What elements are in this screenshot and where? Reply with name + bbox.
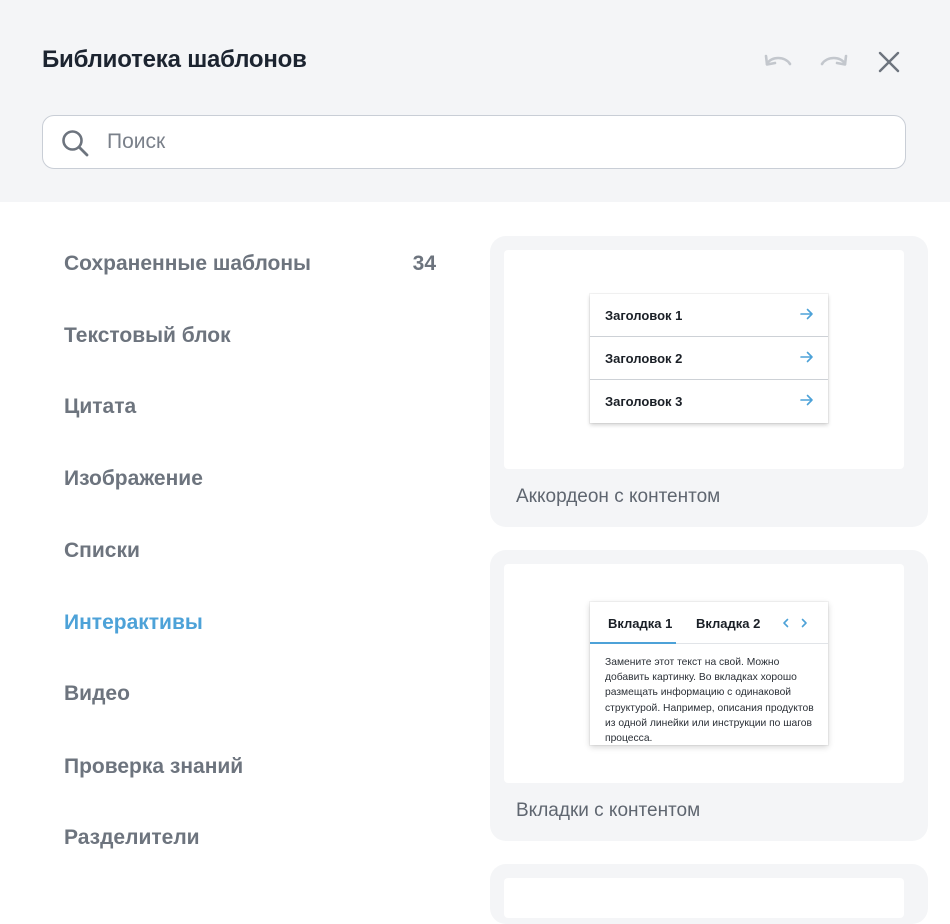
template-card-accordion[interactable]: Заголовок 1 Заголовок 2 Заголовок 3 Акко… xyxy=(490,236,928,527)
sidebar-item-label: Интерактивы xyxy=(64,611,203,634)
sidebar-item-label: Цитата xyxy=(64,395,137,418)
saved-templates-count: 34 xyxy=(412,252,436,275)
accordion-row-title: Заголовок 2 xyxy=(605,350,683,366)
sidebar-item-label: Разделители xyxy=(64,826,200,849)
accordion-row: Заголовок 2 xyxy=(590,337,828,380)
chevron-left-icon xyxy=(783,618,789,628)
active-tab-indicator xyxy=(590,642,676,644)
arrow-right-icon xyxy=(800,394,813,406)
sidebar-item-label: Текстовый блок xyxy=(64,324,231,347)
tab-1: Вкладка 1 xyxy=(608,616,673,631)
redo-button[interactable] xyxy=(818,46,850,78)
close-button[interactable] xyxy=(873,46,905,78)
sidebar-item-knowledge-check[interactable]: Проверка знаний xyxy=(64,747,444,787)
page-title: Библиотека шаблонов xyxy=(42,46,307,73)
template-preview: Заголовок 1 Заголовок 2 Заголовок 3 xyxy=(504,250,904,469)
template-card-next[interactable] xyxy=(490,864,928,924)
accordion-row: Заголовок 1 xyxy=(590,294,828,337)
tabs-preview: Вкладка 1 Вкладка 2 Замените этот текст … xyxy=(590,602,828,745)
redo-icon xyxy=(820,54,848,66)
search-input[interactable] xyxy=(107,116,887,168)
template-caption: Аккордеон с контентом xyxy=(516,486,721,507)
tab-content-text: Замените этот текст на свой. Можно добав… xyxy=(605,657,814,745)
arrow-right-icon xyxy=(800,308,813,320)
library-header: Библиотека шаблонов xyxy=(0,0,950,202)
undo-button[interactable] xyxy=(762,46,794,78)
accordion-preview: Заголовок 1 Заголовок 2 Заголовок 3 xyxy=(590,294,828,423)
arrow-right-icon xyxy=(800,351,813,363)
chevron-right-icon xyxy=(801,618,807,628)
template-card-tabs[interactable]: Вкладка 1 Вкладка 2 Замените этот текст … xyxy=(490,550,928,841)
accordion-row: Заголовок 3 xyxy=(590,380,828,423)
sidebar-item-lists[interactable]: Списки xyxy=(64,531,444,571)
template-preview xyxy=(504,878,904,918)
sidebar-item-quote[interactable]: Цитата xyxy=(64,387,444,427)
sidebar-item-interactives[interactable]: Интерактивы xyxy=(64,603,444,643)
sidebar-item-label: Списки xyxy=(64,539,140,562)
accordion-row-title: Заголовок 3 xyxy=(605,394,683,409)
accordion-row-title: Заголовок 1 xyxy=(605,307,683,323)
search-box[interactable] xyxy=(42,115,906,169)
sidebar-item-text-block[interactable]: Текстовый блок xyxy=(64,316,444,356)
tab-bar: Вкладка 1 Вкладка 2 xyxy=(590,602,828,644)
close-icon xyxy=(878,51,900,73)
sidebar-item-label: Сохраненные шаблоны xyxy=(64,252,311,275)
sidebar-item-label: Проверка знаний xyxy=(64,755,244,778)
sidebar-item-image[interactable]: Изображение xyxy=(64,459,444,499)
sidebar-item-saved-templates[interactable]: Сохраненные шаблоны 34 xyxy=(64,244,444,284)
undo-icon xyxy=(764,54,792,66)
search-icon xyxy=(62,130,89,157)
sidebar-item-label: Изображение xyxy=(64,467,203,490)
sidebar-item-dividers[interactable]: Разделители xyxy=(64,818,444,858)
template-preview: Вкладка 1 Вкладка 2 Замените этот текст … xyxy=(504,564,904,783)
category-sidebar: Сохраненные шаблоны 34 Текстовый блок Ци… xyxy=(0,202,470,908)
sidebar-item-video[interactable]: Видео xyxy=(64,674,444,714)
sidebar-item-label: Видео xyxy=(64,682,130,705)
template-caption: Вкладки с контентом xyxy=(516,800,701,821)
tab-2: Вкладка 2 xyxy=(696,616,761,631)
